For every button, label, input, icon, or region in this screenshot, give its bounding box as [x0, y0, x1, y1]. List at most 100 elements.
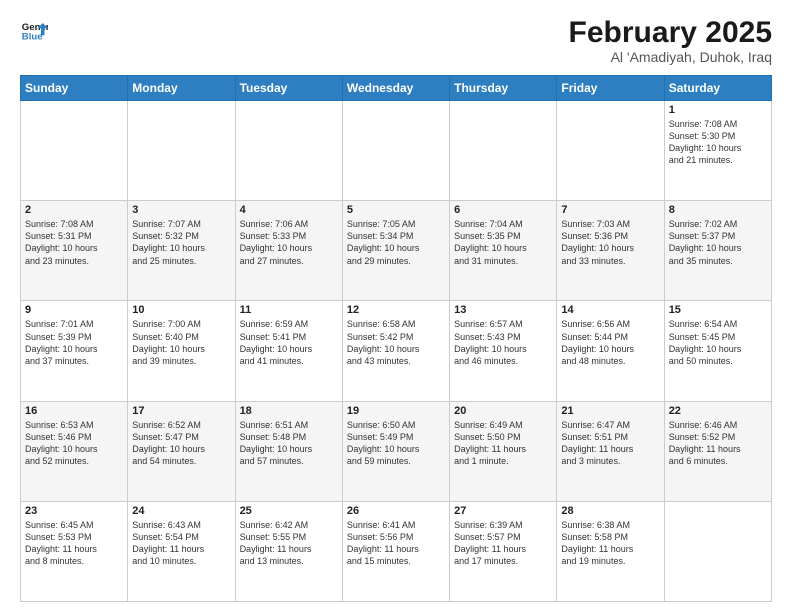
day-cell: 22Sunrise: 6:46 AM Sunset: 5:52 PM Dayli…: [664, 401, 771, 501]
day-cell: 17 Sunrise: 6:52 AM Sunset: 5:47 PM Dayli…: [128, 401, 235, 501]
week-row-3: 9 Sunrise: 7:01 AM Sunset: 5:39 PM Daylig…: [21, 301, 772, 401]
day-cell: [557, 101, 664, 201]
weekday-header-row: SundayMondayTuesdayWednesdayThursdayFrid…: [21, 76, 772, 101]
day-number: 13: [454, 304, 552, 316]
day-number: 2: [25, 204, 123, 216]
day-info: Sunrise: 6:42 AM Sunset: 5:55 PM Dayligh…: [240, 519, 338, 568]
day-number: 16: [25, 405, 123, 417]
day-info: Sunrise: 6:59 AM Sunset: 5:41 PM Dayligh…: [240, 318, 338, 367]
day-number: 17: [132, 405, 230, 417]
day-info: Sunrise: 7:00 AM Sunset: 5:40 PM Dayligh…: [132, 318, 230, 367]
day-cell: 3 Sunrise: 7:07 AM Sunset: 5:32 PM Daylig…: [128, 201, 235, 301]
day-info: Sunrise: 6:41 AM Sunset: 5:56 PM Dayligh…: [347, 519, 445, 568]
day-cell: 12Sunrise: 6:58 AM Sunset: 5:42 PM Dayli…: [342, 301, 449, 401]
day-info: Sunrise: 6:50 AM Sunset: 5:49 PM Dayligh…: [347, 419, 445, 468]
page: General Blue February 2025 Al 'Amadiyah,…: [0, 0, 792, 612]
day-cell: 4 Sunrise: 7:06 AM Sunset: 5:33 PM Daylig…: [235, 201, 342, 301]
svg-text:Blue: Blue: [22, 32, 43, 43]
logo: General Blue: [20, 16, 48, 44]
day-info: Sunrise: 6:54 AM Sunset: 5:45 PM Dayligh…: [669, 318, 767, 367]
month-title: February 2025: [569, 16, 772, 49]
day-number: 23: [25, 505, 123, 517]
day-info: Sunrise: 6:56 AM Sunset: 5:44 PM Dayligh…: [561, 318, 659, 367]
day-info: Sunrise: 6:47 AM Sunset: 5:51 PM Dayligh…: [561, 419, 659, 468]
day-number: 18: [240, 405, 338, 417]
day-cell: 8Sunrise: 7:02 AM Sunset: 5:37 PM Daylig…: [664, 201, 771, 301]
day-cell: 23 Sunrise: 6:45 AM Sunset: 5:53 PM Dayli…: [21, 501, 128, 601]
header: General Blue February 2025 Al 'Amadiyah,…: [20, 16, 772, 65]
weekday-header-friday: Friday: [557, 76, 664, 101]
day-cell: [128, 101, 235, 201]
day-info: Sunrise: 7:07 AM Sunset: 5:32 PM Dayligh…: [132, 218, 230, 267]
day-info: Sunrise: 6:38 AM Sunset: 5:58 PM Dayligh…: [561, 519, 659, 568]
day-cell: [664, 501, 771, 601]
day-cell: 7Sunrise: 7:03 AM Sunset: 5:36 PM Daylig…: [557, 201, 664, 301]
weekday-header-thursday: Thursday: [450, 76, 557, 101]
day-number: 9: [25, 304, 123, 316]
day-cell: 27 Sunrise: 6:39 AM Sunset: 5:57 PM Dayli…: [450, 501, 557, 601]
day-number: 4: [240, 204, 338, 216]
header-right: February 2025 Al 'Amadiyah, Duhok, Iraq: [569, 16, 772, 65]
day-info: Sunrise: 7:03 AM Sunset: 5:36 PM Dayligh…: [561, 218, 659, 267]
day-cell: 1Sunrise: 7:08 AM Sunset: 5:30 PM Daylig…: [664, 101, 771, 201]
day-info: Sunrise: 7:08 AM Sunset: 5:31 PM Dayligh…: [25, 218, 123, 267]
day-cell: 14 Sunrise: 6:56 AM Sunset: 5:44 PM Dayli…: [557, 301, 664, 401]
day-cell: 19Sunrise: 6:50 AM Sunset: 5:49 PM Dayli…: [342, 401, 449, 501]
day-cell: 16 Sunrise: 6:53 AM Sunset: 5:46 PM Dayli…: [21, 401, 128, 501]
day-info: Sunrise: 7:06 AM Sunset: 5:33 PM Dayligh…: [240, 218, 338, 267]
week-row-4: 16 Sunrise: 6:53 AM Sunset: 5:46 PM Dayli…: [21, 401, 772, 501]
weekday-header-monday: Monday: [128, 76, 235, 101]
day-cell: [450, 101, 557, 201]
day-number: 20: [454, 405, 552, 417]
day-number: 3: [132, 204, 230, 216]
calendar-table: SundayMondayTuesdayWednesdayThursdayFrid…: [20, 75, 772, 602]
day-info: Sunrise: 6:45 AM Sunset: 5:53 PM Dayligh…: [25, 519, 123, 568]
day-number: 24: [132, 505, 230, 517]
day-number: 21: [561, 405, 659, 417]
day-info: Sunrise: 6:52 AM Sunset: 5:47 PM Dayligh…: [132, 419, 230, 468]
day-number: 26: [347, 505, 445, 517]
day-number: 27: [454, 505, 552, 517]
weekday-header-sunday: Sunday: [21, 76, 128, 101]
day-number: 25: [240, 505, 338, 517]
week-row-1: 1Sunrise: 7:08 AM Sunset: 5:30 PM Daylig…: [21, 101, 772, 201]
day-info: Sunrise: 6:57 AM Sunset: 5:43 PM Dayligh…: [454, 318, 552, 367]
day-info: Sunrise: 6:43 AM Sunset: 5:54 PM Dayligh…: [132, 519, 230, 568]
weekday-header-wednesday: Wednesday: [342, 76, 449, 101]
week-row-5: 23 Sunrise: 6:45 AM Sunset: 5:53 PM Dayli…: [21, 501, 772, 601]
day-cell: 26 Sunrise: 6:41 AM Sunset: 5:56 PM Dayli…: [342, 501, 449, 601]
day-cell: 13 Sunrise: 6:57 AM Sunset: 5:43 PM Dayli…: [450, 301, 557, 401]
day-number: 11: [240, 304, 338, 316]
day-number: 15: [669, 304, 767, 316]
weekday-header-saturday: Saturday: [664, 76, 771, 101]
day-number: 6: [454, 204, 552, 216]
day-cell: 21 Sunrise: 6:47 AM Sunset: 5:51 PM Dayli…: [557, 401, 664, 501]
day-number: 10: [132, 304, 230, 316]
day-cell: 9 Sunrise: 7:01 AM Sunset: 5:39 PM Daylig…: [21, 301, 128, 401]
weekday-header-tuesday: Tuesday: [235, 76, 342, 101]
day-info: Sunrise: 7:04 AM Sunset: 5:35 PM Dayligh…: [454, 218, 552, 267]
day-cell: 20Sunrise: 6:49 AM Sunset: 5:50 PM Dayli…: [450, 401, 557, 501]
day-cell: 6 Sunrise: 7:04 AM Sunset: 5:35 PM Daylig…: [450, 201, 557, 301]
day-info: Sunrise: 6:39 AM Sunset: 5:57 PM Dayligh…: [454, 519, 552, 568]
day-cell: [235, 101, 342, 201]
logo-icon: General Blue: [20, 16, 48, 44]
day-info: Sunrise: 6:53 AM Sunset: 5:46 PM Dayligh…: [25, 419, 123, 468]
day-cell: 5 Sunrise: 7:05 AM Sunset: 5:34 PM Daylig…: [342, 201, 449, 301]
day-number: 28: [561, 505, 659, 517]
day-cell: 25 Sunrise: 6:42 AM Sunset: 5:55 PM Dayli…: [235, 501, 342, 601]
day-cell: 18Sunrise: 6:51 AM Sunset: 5:48 PM Dayli…: [235, 401, 342, 501]
day-info: Sunrise: 7:05 AM Sunset: 5:34 PM Dayligh…: [347, 218, 445, 267]
day-number: 14: [561, 304, 659, 316]
day-info: Sunrise: 6:58 AM Sunset: 5:42 PM Dayligh…: [347, 318, 445, 367]
day-cell: [342, 101, 449, 201]
day-cell: [21, 101, 128, 201]
day-info: Sunrise: 7:01 AM Sunset: 5:39 PM Dayligh…: [25, 318, 123, 367]
day-number: 5: [347, 204, 445, 216]
day-info: Sunrise: 7:02 AM Sunset: 5:37 PM Dayligh…: [669, 218, 767, 267]
day-cell: 10 Sunrise: 7:00 AM Sunset: 5:40 PM Dayli…: [128, 301, 235, 401]
day-info: Sunrise: 6:46 AM Sunset: 5:52 PM Dayligh…: [669, 419, 767, 468]
location: Al 'Amadiyah, Duhok, Iraq: [569, 49, 772, 65]
week-row-2: 2 Sunrise: 7:08 AM Sunset: 5:31 PM Daylig…: [21, 201, 772, 301]
day-cell: 2 Sunrise: 7:08 AM Sunset: 5:31 PM Daylig…: [21, 201, 128, 301]
